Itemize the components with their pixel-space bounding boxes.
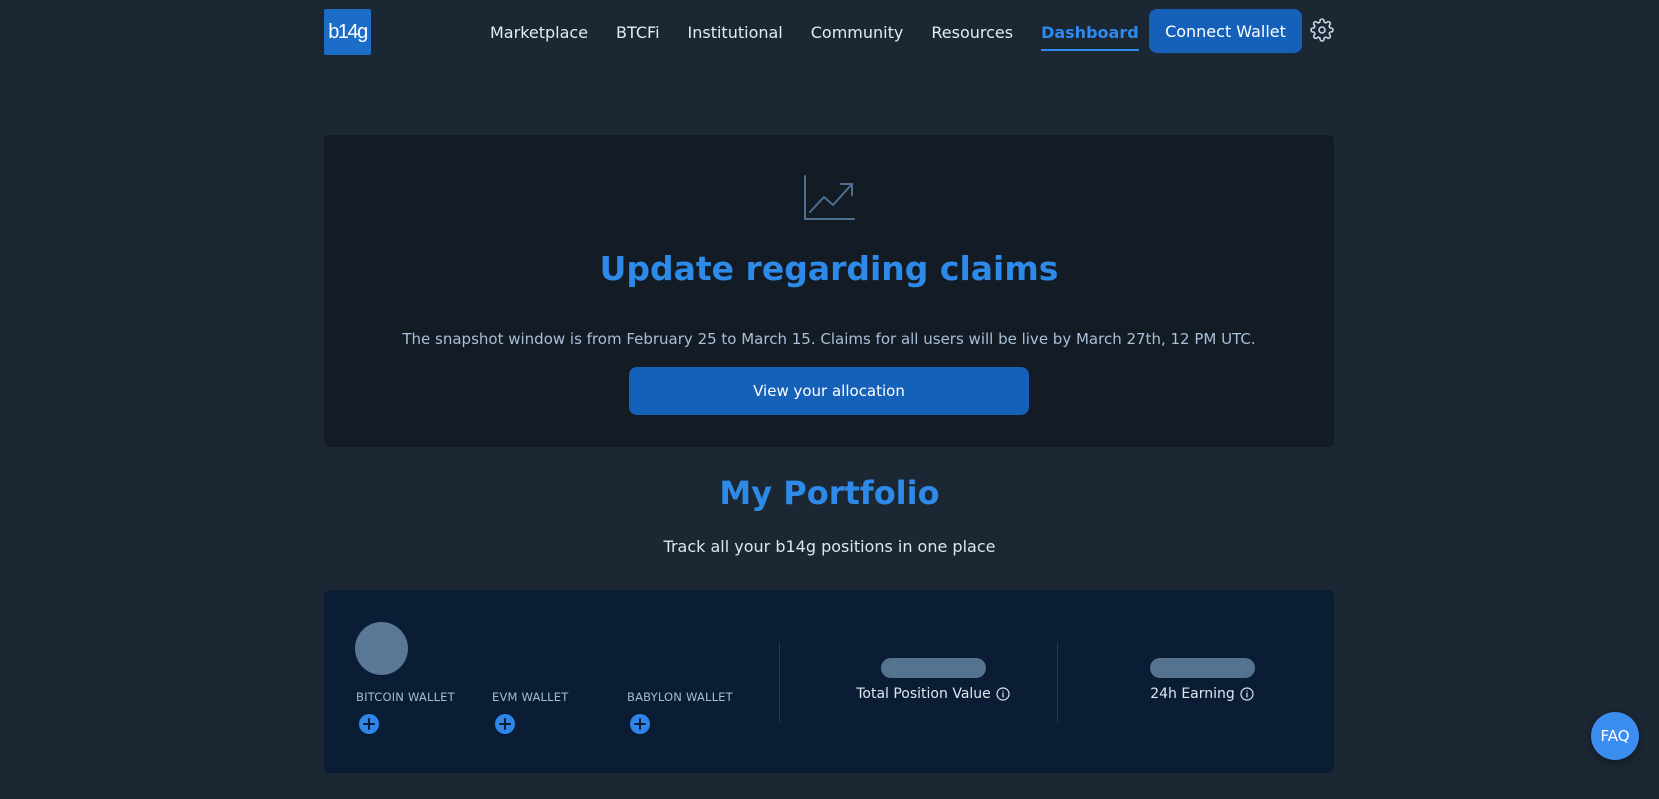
nav-link-community[interactable]: Community [811, 23, 904, 42]
nav-link-marketplace[interactable]: Marketplace [490, 23, 588, 42]
loading-skeleton [1149, 658, 1255, 678]
plus-icon [634, 718, 646, 730]
claims-banner: Update regarding claims The snapshot win… [324, 135, 1334, 447]
divider [779, 642, 780, 722]
plus-icon [499, 718, 511, 730]
24h-earning: 24h Earning [1072, 658, 1332, 702]
wallet-label: BITCOIN WALLET [356, 690, 455, 704]
babylon-wallet: BABYLON WALLET [627, 690, 733, 734]
view-allocation-button[interactable]: View your allocation [629, 367, 1029, 415]
nav-link-resources[interactable]: Resources [931, 23, 1013, 42]
faq-button[interactable]: FAQ [1591, 712, 1639, 760]
plus-icon [363, 718, 375, 730]
add-evm-wallet-button[interactable] [495, 714, 515, 734]
info-icon[interactable] [996, 687, 1010, 701]
total-position-label: Total Position Value [856, 686, 991, 702]
wallet-label: BABYLON WALLET [627, 690, 733, 704]
gear-icon[interactable] [1310, 18, 1334, 42]
banner-text: The snapshot window is from February 25 … [402, 330, 1256, 348]
portfolio-title: My Portfolio [719, 474, 940, 512]
add-babylon-wallet-button[interactable] [630, 714, 650, 734]
page: b14g Marketplace BTCFi Institutional Com… [0, 0, 1659, 799]
divider [1057, 642, 1058, 722]
banner-title: Update regarding claims [599, 249, 1059, 288]
bitcoin-wallet: BITCOIN WALLET [356, 690, 455, 734]
metric-label: Total Position Value [794, 686, 1072, 702]
portfolio-card: BITCOIN WALLET EVM WALLET BABYLON WALLET… [324, 590, 1334, 773]
nav-link-institutional[interactable]: Institutional [688, 23, 783, 42]
24h-earning-label: 24h Earning [1150, 686, 1235, 702]
portfolio-subtitle: Track all your b14g positions in one pla… [663, 537, 996, 556]
loading-skeleton [880, 658, 986, 678]
top-nav: b14g Marketplace BTCFi Institutional Com… [0, 8, 1659, 56]
connect-wallet-button[interactable]: Connect Wallet [1149, 9, 1302, 53]
nav-link-btcfi[interactable]: BTCFi [616, 23, 659, 42]
trending-up-icon [804, 175, 855, 220]
wallet-label: EVM WALLET [492, 690, 569, 704]
nav-links: Marketplace BTCFi Institutional Communit… [490, 8, 1139, 56]
avatar [355, 622, 408, 675]
nav-link-dashboard[interactable]: Dashboard [1041, 23, 1139, 51]
metric-label: 24h Earning [1072, 686, 1332, 702]
logo[interactable]: b14g [324, 9, 371, 55]
info-icon[interactable] [1240, 687, 1254, 701]
add-bitcoin-wallet-button[interactable] [359, 714, 379, 734]
total-position-value: Total Position Value [794, 658, 1072, 702]
evm-wallet: EVM WALLET [492, 690, 568, 734]
